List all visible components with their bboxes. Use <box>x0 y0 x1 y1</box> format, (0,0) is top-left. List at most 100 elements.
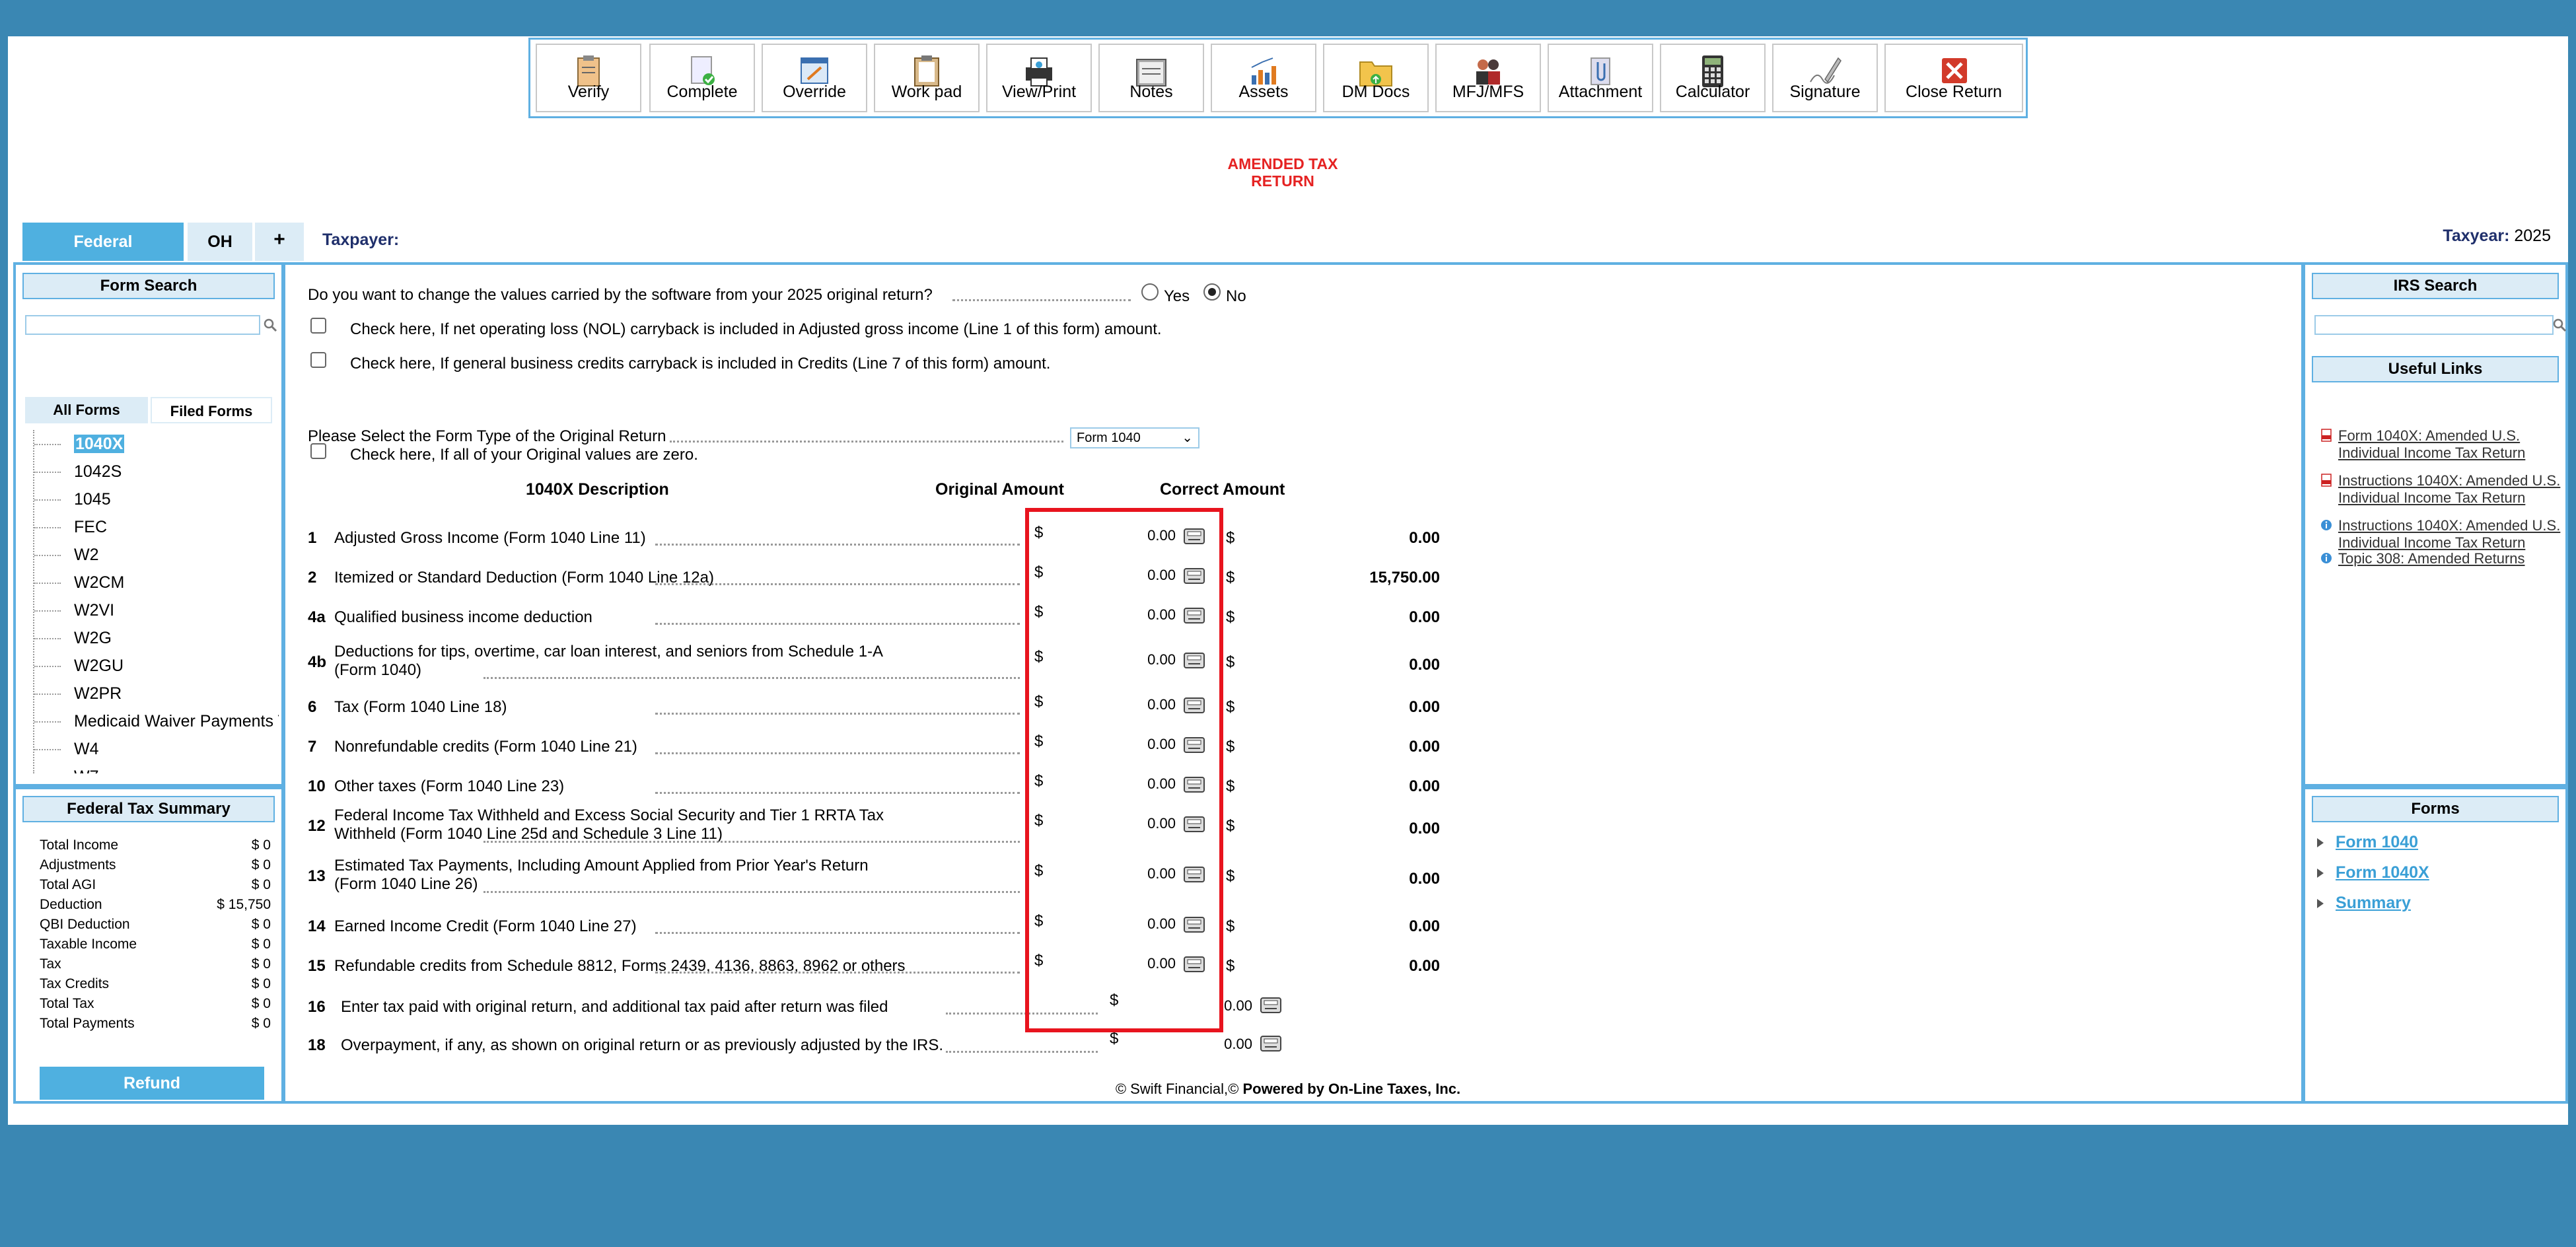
calculator-icon[interactable] <box>1259 995 1283 1015</box>
dollar-sign: $ <box>1034 912 1044 930</box>
forms-panel: Forms Form 1040 Form 1040X Summary <box>2303 787 2568 1104</box>
checkbox-gbc-carryback[interactable] <box>310 352 326 368</box>
toolbar-button-label: DM Docs <box>1342 83 1410 101</box>
useful-link-text[interactable]: Form 1040X: Amended U.S. Individual Inco… <box>2338 427 2563 462</box>
original-amount-input[interactable] <box>1046 563 1178 587</box>
original-amount-input[interactable] <box>1046 912 1178 936</box>
footer-powered: Powered by On-Line Taxes, Inc. <box>1242 1081 1461 1097</box>
original-amount-input[interactable] <box>1046 648 1178 672</box>
form-tree-item[interactable]: W2 <box>34 541 279 569</box>
summary-value: $ 0 <box>251 917 271 932</box>
calculator-icon[interactable] <box>1182 606 1206 625</box>
calculator-icon[interactable] <box>1182 566 1206 586</box>
form-search-input[interactable] <box>25 315 260 335</box>
tab-filed-forms[interactable]: Filed Forms <box>151 397 272 423</box>
form-tree-item[interactable]: W7 <box>34 763 279 773</box>
toolbar-attachment-button[interactable]: Attachment <box>1548 44 1653 112</box>
form-tree-item[interactable]: W2G <box>34 624 279 652</box>
calculator-icon[interactable] <box>1182 775 1206 795</box>
original-amount-input[interactable] <box>1046 603 1178 627</box>
calculator-icon[interactable] <box>1182 526 1206 546</box>
line-description: Estimated Tax Payments, Including Amount… <box>334 857 869 894</box>
line-number: 16 <box>308 998 326 1016</box>
useful-link[interactable]: Instructions 1040X: Amended U.S. Individ… <box>2318 472 2563 507</box>
column-original-amount: Original Amount <box>935 480 1064 499</box>
irs-search-input[interactable] <box>2314 315 2554 335</box>
radio-yes[interactable] <box>1141 283 1159 301</box>
original-amount-input[interactable] <box>1046 772 1178 796</box>
calculator-icon[interactable] <box>1182 651 1206 670</box>
calculator-icon[interactable] <box>1182 865 1206 884</box>
tab-oh[interactable]: OH <box>188 223 252 261</box>
calculator-icon[interactable] <box>1182 915 1206 935</box>
form-type-select[interactable]: Form 1040 ⌄ <box>1070 427 1199 448</box>
toolbar-notes-button[interactable]: Notes <box>1098 44 1204 112</box>
toolbar-dm-docs-button[interactable]: DM Docs <box>1323 44 1429 112</box>
line-number: 6 <box>308 698 317 716</box>
correct-amount-value: 0.00 <box>1409 820 1440 837</box>
summary-label: Taxable Income <box>40 937 137 952</box>
forms-link[interactable]: Summary <box>2317 894 2411 913</box>
form-tree-item[interactable]: FEC <box>34 513 279 541</box>
checkbox-nol-carryback[interactable] <box>310 318 326 334</box>
original-amount-input[interactable] <box>1046 732 1178 756</box>
form-tree-item[interactable]: W4 <box>34 735 279 763</box>
form-tree-item[interactable]: 1040X <box>34 430 279 458</box>
form-tree-item[interactable]: 1045 <box>34 485 279 513</box>
calculator-icon[interactable] <box>1182 954 1206 974</box>
toolbar-close-return-button[interactable]: Close Return <box>1884 44 2023 112</box>
forms-link[interactable]: Form 1040 <box>2317 833 2418 852</box>
pdf-icon <box>2321 429 2332 442</box>
original-amount-input[interactable] <box>1046 952 1178 976</box>
tab-federal[interactable]: Federal <box>22 223 184 261</box>
useful-link[interactable]: Instructions 1040X: Amended U.S. Individ… <box>2318 517 2563 552</box>
extra-line-input[interactable] <box>1123 994 1255 1018</box>
forms-title: Forms <box>2312 796 2559 822</box>
toolbar-override-button[interactable]: Override <box>762 44 867 112</box>
original-amount-input[interactable] <box>1046 524 1178 548</box>
summary-value: $ 15,750 <box>217 897 271 912</box>
toolbar-work-pad-button[interactable]: Work pad <box>874 44 980 112</box>
toolbar-view-print-button[interactable]: View/Print <box>986 44 1092 112</box>
form-tree-item[interactable]: W2VI <box>34 596 279 624</box>
original-amount-input[interactable] <box>1046 812 1178 836</box>
toolbar-assets-button[interactable]: Assets <box>1211 44 1316 112</box>
search-icon[interactable] <box>263 318 277 332</box>
useful-link-text[interactable]: Instructions 1040X: Amended U.S. Individ… <box>2338 472 2563 507</box>
extra-line-input[interactable] <box>1123 1032 1255 1056</box>
calculator-icon[interactable] <box>1182 735 1206 755</box>
toolbar-button-label: Notes <box>1129 83 1173 101</box>
toolbar-signature-button[interactable]: Signature <box>1772 44 1878 112</box>
tab-add-state[interactable]: + <box>255 223 304 261</box>
original-amount-input[interactable] <box>1046 862 1178 886</box>
forms-link[interactable]: Form 1040X <box>2317 863 2429 882</box>
calculator-icon[interactable] <box>1182 814 1206 834</box>
toolbar-mfj-mfs-button[interactable]: MFJ/MFS <box>1435 44 1541 112</box>
checkbox-zero-values[interactable] <box>310 443 326 459</box>
useful-link[interactable]: Topic 308: Amended Returns <box>2318 550 2563 567</box>
original-amount-input[interactable] <box>1046 693 1178 717</box>
radio-no[interactable] <box>1203 283 1221 301</box>
useful-link-text[interactable]: Instructions 1040X: Amended U.S. Individ… <box>2338 517 2563 552</box>
form-tree-item[interactable]: W2PR <box>34 680 279 707</box>
toolbar-complete-button[interactable]: Complete <box>649 44 755 112</box>
chevron-down-icon: ⌄ <box>1182 431 1193 445</box>
useful-link-text[interactable]: Topic 308: Amended Returns <box>2338 550 2563 567</box>
form-tree-item-label: W2CM <box>74 573 125 592</box>
toolbar-verify-button[interactable]: Verify <box>536 44 641 112</box>
calculator-icon[interactable] <box>1182 695 1206 715</box>
useful-link[interactable]: Form 1040X: Amended U.S. Individual Inco… <box>2318 427 2563 462</box>
tab-all-forms[interactable]: All Forms <box>25 397 148 423</box>
form-tree-item-label: Medicaid Waiver Payments To <box>74 712 279 730</box>
leader-dots <box>670 439 1063 443</box>
form-tree-item[interactable]: W2GU <box>34 652 279 680</box>
form-tree-item[interactable]: W2CM <box>34 569 279 596</box>
correct-amount-value: 0.00 <box>1409 608 1440 626</box>
search-icon[interactable] <box>2552 318 2567 332</box>
form-tree-item[interactable]: 1042S <box>34 458 279 485</box>
forms-link-label: Summary <box>2336 894 2411 912</box>
toolbar-calculator-button[interactable]: Calculator <box>1660 44 1766 112</box>
calculator-icon[interactable] <box>1259 1034 1283 1053</box>
form-tree-item-label: W7 <box>74 767 99 773</box>
form-tree-item[interactable]: Medicaid Waiver Payments To <box>34 707 279 735</box>
